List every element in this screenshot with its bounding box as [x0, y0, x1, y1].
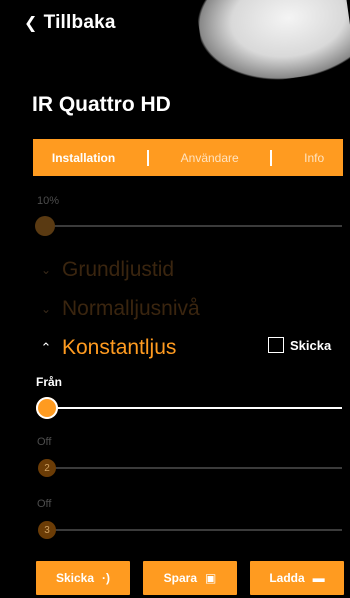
section-normalljusniva[interactable]: ⌄ Normalljusnivå [40, 297, 200, 321]
load-button[interactable]: Ladda ▬ [250, 561, 344, 595]
channel2-label: Off [37, 436, 52, 448]
save-button-label: Spara [163, 571, 197, 585]
chevron-down-icon: ⌄ [40, 302, 52, 316]
send-checkbox-label: Skicka [290, 337, 332, 353]
app-screen: ❮ Tillbaka IR Quattro HD Installation An… [10, 0, 350, 598]
send-checkbox[interactable]: Skicka [268, 337, 331, 353]
chevron-up-icon: ⌃ [40, 340, 52, 355]
channel1-label: Från [36, 375, 63, 389]
back-button[interactable]: ❮ Tillbaka [24, 12, 116, 34]
channel1-slider-track[interactable] [46, 407, 342, 409]
device-image [193, 0, 350, 90]
tab-divider [270, 149, 273, 166]
chevron-left-icon: ❮ [24, 14, 38, 32]
section-label: Konstantljus [62, 336, 177, 359]
signal-icon: ·) [102, 571, 111, 585]
channel3-label: Off [37, 498, 52, 510]
tab-anvandare[interactable]: Användare [175, 151, 245, 165]
send-button[interactable]: Skicka ·) [36, 561, 130, 595]
send-button-label: Skicka [55, 571, 95, 585]
page-title: IR Quattro HD [32, 93, 171, 116]
tab-info[interactable]: Info [298, 151, 330, 165]
section-grundljustid[interactable]: ⌄ Grundljustid [40, 258, 174, 282]
section-konstantljus[interactable]: ⌃ Konstantljus [40, 336, 177, 360]
sensitivity-slider-track[interactable] [42, 225, 342, 227]
section-label: Normalljusnivå [62, 297, 200, 320]
tab-divider [146, 149, 149, 166]
channel1-slider-thumb[interactable] [36, 397, 58, 419]
sensitivity-value: 10% [37, 195, 60, 207]
tab-bar: Installation Användare Info [33, 139, 343, 176]
tab-installation[interactable]: Installation [46, 151, 121, 165]
back-label: Tillbaka [43, 12, 116, 33]
channel3-slider-thumb[interactable]: 3 [38, 521, 56, 539]
save-button[interactable]: Spara ▣ [143, 561, 237, 595]
checkbox-box[interactable] [268, 337, 284, 353]
channel2-slider-track[interactable] [46, 467, 342, 469]
section-label: Grundljustid [62, 258, 175, 281]
save-icon: ▣ [205, 571, 217, 585]
chevron-down-icon: ⌄ [40, 263, 52, 277]
load-button-label: Ladda [269, 571, 305, 585]
folder-icon: ▬ [312, 571, 325, 585]
channel2-slider-thumb[interactable]: 2 [38, 459, 56, 477]
sensitivity-slider-thumb[interactable] [35, 216, 55, 236]
channel3-slider-track[interactable] [46, 529, 342, 531]
